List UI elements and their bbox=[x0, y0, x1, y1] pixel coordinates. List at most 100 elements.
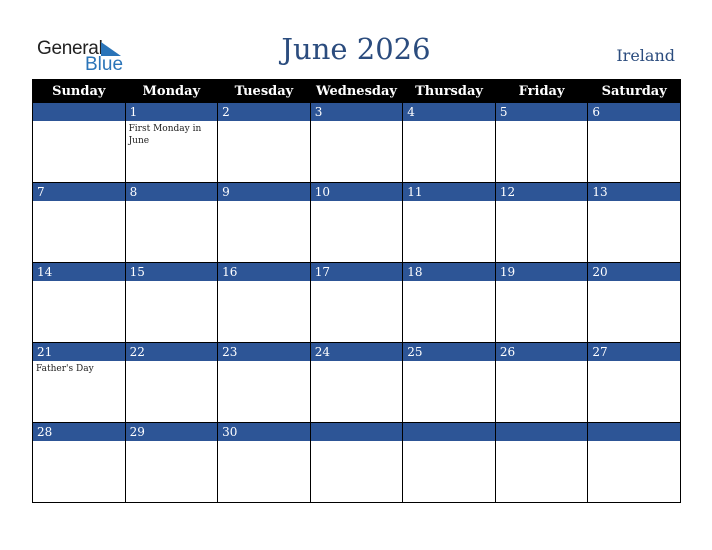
day-cell[interactable]: 25 bbox=[402, 342, 496, 423]
weekday-header-friday: Friday bbox=[494, 79, 589, 103]
day-event bbox=[403, 201, 495, 262]
day-event bbox=[588, 361, 680, 422]
day-cell[interactable]: 1 First Monday in June bbox=[124, 102, 219, 183]
day-cell[interactable]: 20 bbox=[587, 262, 681, 343]
day-cell[interactable]: 26 bbox=[494, 342, 589, 423]
day-event bbox=[496, 441, 588, 502]
day-event bbox=[496, 201, 588, 262]
day-number: 18 bbox=[403, 263, 495, 281]
day-number: 22 bbox=[125, 343, 218, 361]
day-number: 24 bbox=[310, 343, 403, 361]
week-row: 7 8 9 10 11 12 13 bbox=[32, 182, 681, 263]
day-event bbox=[588, 201, 680, 262]
day-event bbox=[311, 361, 403, 422]
day-cell[interactable]: 4 bbox=[402, 102, 496, 183]
day-number: 5 bbox=[495, 103, 588, 121]
day-number: 19 bbox=[495, 263, 588, 281]
day-event bbox=[33, 121, 125, 182]
day-number: 9 bbox=[218, 183, 310, 201]
weekday-header-tuesday: Tuesday bbox=[217, 79, 311, 103]
calendar-grid: Sunday Monday Tuesday Wednesday Thursday Frid… bbox=[32, 79, 681, 503]
day-event bbox=[126, 201, 218, 262]
week-row: 28 29 30 bbox=[32, 422, 681, 503]
day-number: 30 bbox=[218, 423, 310, 441]
day-cell[interactable]: 21 Father's Day bbox=[32, 342, 126, 423]
day-event bbox=[588, 281, 680, 342]
day-cell[interactable] bbox=[402, 422, 496, 503]
day-number: 29 bbox=[125, 423, 218, 441]
day-cell[interactable]: 17 bbox=[309, 262, 404, 343]
weekday-header-wednesday: Wednesday bbox=[309, 79, 404, 103]
day-number: 25 bbox=[403, 343, 495, 361]
weekday-header-thursday: Thursday bbox=[402, 79, 496, 103]
week-row: 14 15 16 17 18 19 20 bbox=[32, 262, 681, 343]
day-event bbox=[33, 441, 125, 502]
day-number: 2 bbox=[218, 103, 310, 121]
weekday-header-sunday: Sunday bbox=[32, 79, 126, 103]
day-number: 12 bbox=[495, 183, 588, 201]
day-cell[interactable]: 30 bbox=[217, 422, 311, 503]
day-event bbox=[33, 201, 125, 262]
day-number: 1 bbox=[125, 103, 218, 121]
day-cell[interactable]: 7 bbox=[32, 182, 126, 263]
day-number bbox=[588, 423, 680, 441]
day-number: 13 bbox=[588, 183, 680, 201]
day-cell[interactable]: 16 bbox=[217, 262, 311, 343]
day-cell[interactable]: 18 bbox=[402, 262, 496, 343]
day-event bbox=[311, 121, 403, 182]
day-cell[interactable]: 19 bbox=[494, 262, 589, 343]
day-cell[interactable]: 14 bbox=[32, 262, 126, 343]
day-number: 14 bbox=[33, 263, 125, 281]
day-cell[interactable]: 3 bbox=[309, 102, 404, 183]
day-number bbox=[495, 423, 588, 441]
day-cell[interactable]: 13 bbox=[587, 182, 681, 263]
day-event bbox=[496, 361, 588, 422]
day-cell[interactable]: 28 bbox=[32, 422, 126, 503]
day-cell[interactable]: 29 bbox=[124, 422, 219, 503]
day-event bbox=[403, 121, 495, 182]
day-event bbox=[588, 441, 680, 502]
day-cell[interactable]: 15 bbox=[124, 262, 219, 343]
week-row: 1 First Monday in June 2 3 4 5 6 bbox=[32, 102, 681, 183]
day-cell[interactable]: 11 bbox=[402, 182, 496, 263]
week-row: 21 Father's Day 22 23 24 25 26 27 bbox=[32, 342, 681, 423]
day-event bbox=[126, 441, 218, 502]
day-number bbox=[310, 423, 403, 441]
day-cell[interactable]: 27 bbox=[587, 342, 681, 423]
day-cell[interactable]: 22 bbox=[124, 342, 219, 423]
country-label: Ireland bbox=[616, 46, 675, 65]
day-event bbox=[496, 121, 588, 182]
day-cell[interactable]: 24 bbox=[309, 342, 404, 423]
day-cell[interactable] bbox=[587, 422, 681, 503]
day-number bbox=[33, 103, 125, 121]
day-number: 27 bbox=[588, 343, 680, 361]
day-event bbox=[403, 361, 495, 422]
day-cell[interactable]: 2 bbox=[217, 102, 311, 183]
day-number: 6 bbox=[588, 103, 680, 121]
day-cell[interactable]: 12 bbox=[494, 182, 589, 263]
day-event bbox=[311, 441, 403, 502]
day-number: 15 bbox=[125, 263, 218, 281]
calendar-title: June 2026 bbox=[281, 32, 431, 66]
day-cell[interactable]: 9 bbox=[217, 182, 311, 263]
day-number: 3 bbox=[310, 103, 403, 121]
day-cell[interactable]: 5 bbox=[494, 102, 589, 183]
day-event bbox=[588, 121, 680, 182]
day-cell[interactable]: 10 bbox=[309, 182, 404, 263]
day-cell[interactable] bbox=[494, 422, 589, 503]
day-number: 23 bbox=[218, 343, 310, 361]
day-cell[interactable]: 23 bbox=[217, 342, 311, 423]
weekday-header-saturday: Saturday bbox=[587, 79, 681, 103]
day-event bbox=[218, 361, 310, 422]
day-number: 11 bbox=[403, 183, 495, 201]
day-cell[interactable]: 8 bbox=[124, 182, 219, 263]
day-cell[interactable] bbox=[32, 102, 126, 183]
day-event bbox=[33, 281, 125, 342]
day-number: 20 bbox=[588, 263, 680, 281]
day-number: 28 bbox=[33, 423, 125, 441]
day-cell[interactable] bbox=[309, 422, 404, 503]
day-cell[interactable]: 6 bbox=[587, 102, 681, 183]
day-number: 26 bbox=[495, 343, 588, 361]
day-number: 4 bbox=[403, 103, 495, 121]
weekday-header-row: Sunday Monday Tuesday Wednesday Thursday Frid… bbox=[32, 79, 681, 103]
